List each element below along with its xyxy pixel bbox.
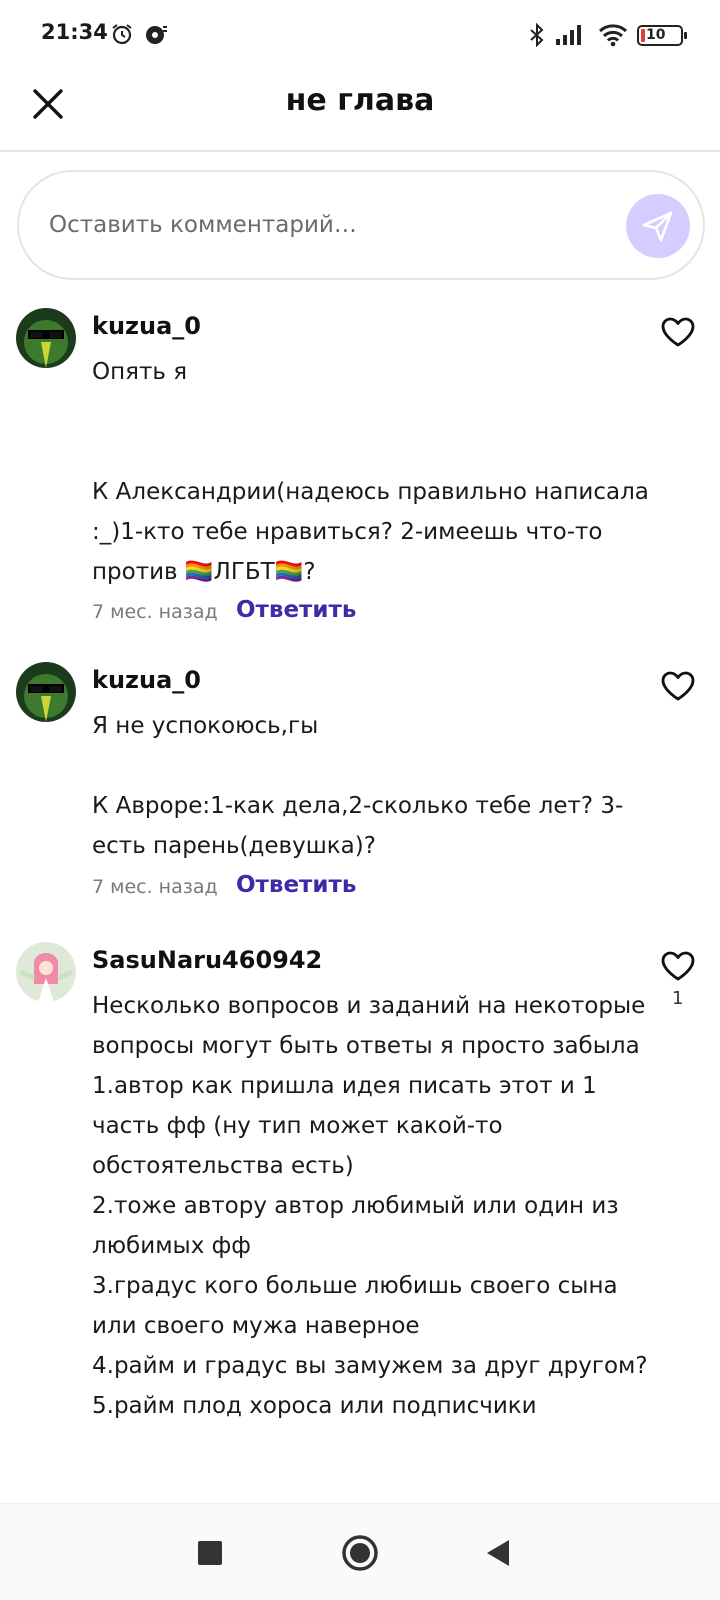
avatar[interactable] (16, 308, 76, 368)
app-notification-icon (145, 22, 169, 50)
comment-time: 7 мес. назад (92, 876, 218, 898)
like-count: 1 (672, 988, 684, 1009)
comment-username[interactable]: SasuNaru460942 (92, 946, 322, 974)
battery-level: 10 (646, 27, 666, 43)
heart-icon (661, 951, 695, 981)
comment-username[interactable]: kuzua_0 (92, 666, 201, 694)
status-bar: 21:34 10 (0, 0, 720, 70)
comment-item: kuzua_0 Опять я К Александрии(надеюсь пр… (0, 300, 720, 640)
send-button[interactable] (626, 194, 690, 258)
comment-composer (17, 170, 705, 280)
reply-button[interactable]: Ответить (236, 597, 356, 623)
home-circle-icon (342, 1535, 378, 1571)
home-button[interactable] (335, 1528, 385, 1578)
like-button[interactable] (660, 670, 698, 704)
bluetooth-icon (527, 22, 547, 51)
system-nav-bar (0, 1503, 720, 1600)
recents-button[interactable] (185, 1528, 235, 1578)
page-title: не глава (285, 83, 435, 118)
battery-icon: 10 (637, 25, 687, 46)
alarm-icon (110, 22, 134, 50)
comment-input[interactable] (49, 202, 589, 248)
comment-text: Опять я К Александрии(надеюсь правильно … (92, 359, 649, 585)
avatar[interactable] (16, 942, 76, 1002)
comment-username[interactable]: kuzua_0 (92, 312, 201, 340)
like-button[interactable] (660, 316, 698, 350)
status-time: 21:34 (41, 20, 108, 44)
comment-item: SasuNaru460942 Несколько вопросов и зада… (0, 934, 720, 1504)
heart-icon (661, 317, 695, 347)
comment-time: 7 мес. назад (92, 601, 218, 623)
comment-text: Несколько вопросов и заданий на некоторы… (92, 993, 648, 1419)
like-button[interactable] (660, 950, 698, 984)
signal-icon (556, 24, 586, 50)
back-triangle-icon (487, 1540, 509, 1566)
back-button[interactable] (473, 1528, 523, 1578)
avatar[interactable] (16, 662, 76, 722)
recents-square-icon (198, 1541, 222, 1565)
comment-text: Я не успокоюсь,гы К Авроре:1-как дела,2-… (92, 713, 624, 859)
send-icon (642, 211, 673, 242)
wifi-icon (598, 23, 628, 51)
reply-button[interactable]: Ответить (236, 872, 356, 898)
heart-icon (661, 671, 695, 701)
top-bar: не глава (0, 70, 720, 152)
comment-item: kuzua_0 Я не успокоюсь,гы К Авроре:1-как… (0, 654, 720, 914)
